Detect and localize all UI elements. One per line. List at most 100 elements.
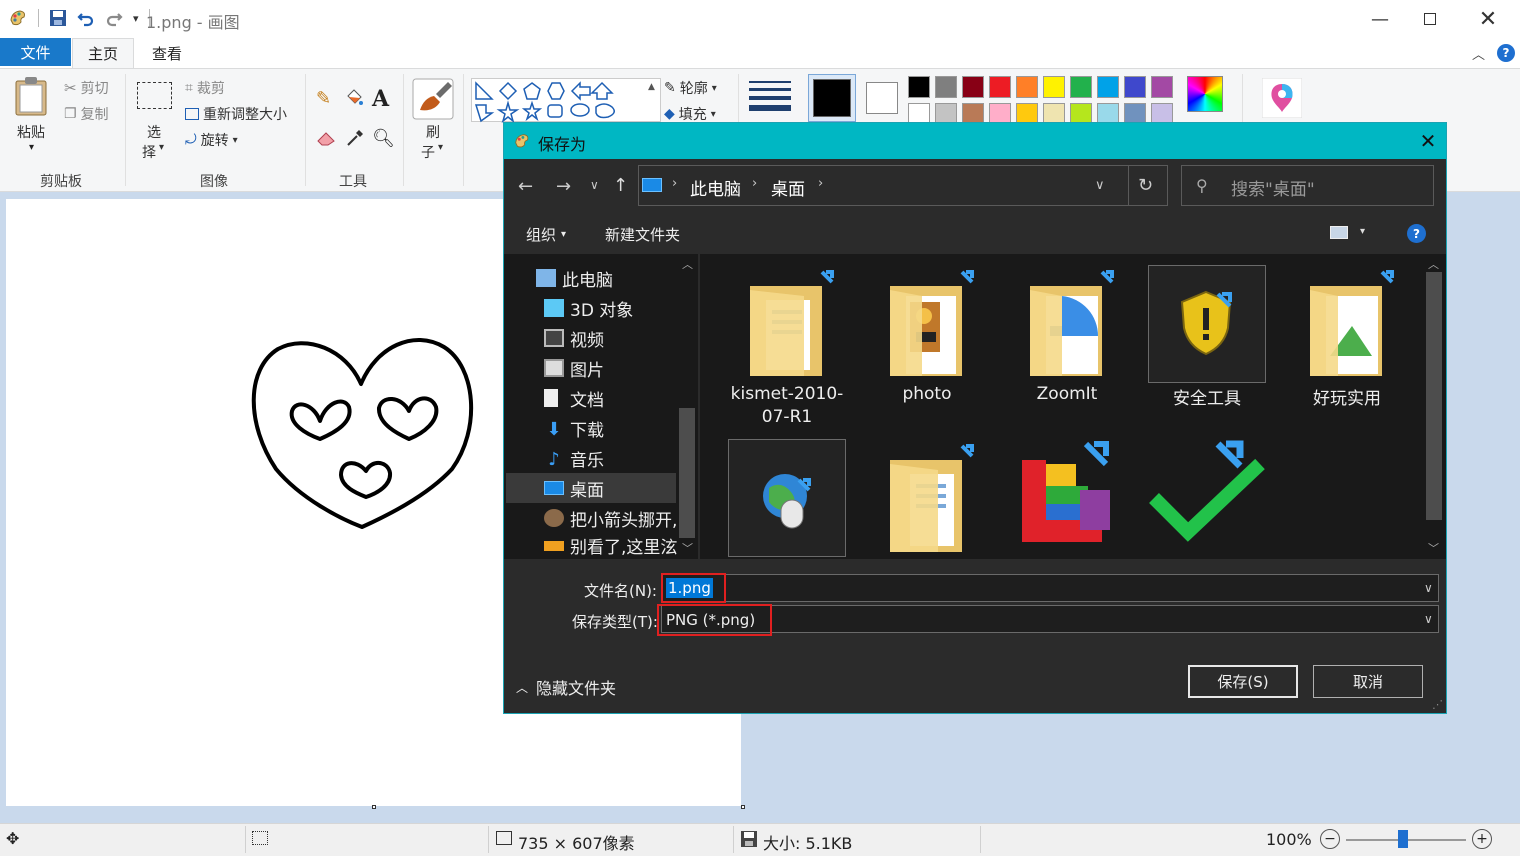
nav-item-downloads[interactable]: ⬇ 下载 (514, 413, 679, 443)
breadcrumb-pc[interactable]: 此电脑 (690, 175, 741, 200)
palette-color-swatch[interactable] (908, 76, 930, 98)
organize-button[interactable]: 组织 ▾ (526, 224, 566, 245)
minimize-button[interactable]: — (1352, 0, 1408, 38)
nav-item-pictures[interactable]: 图片 (514, 353, 679, 383)
rotate-button[interactable]: ⤾ 旋转 ▾ (185, 130, 238, 150)
nav-item-this-pc[interactable]: 此电脑 (514, 263, 679, 293)
zoom-in-icon[interactable]: + (1472, 829, 1492, 849)
nav-scroll-up-icon[interactable]: ︿ (682, 256, 693, 272)
copy-button[interactable]: ❐ 复制 (64, 104, 109, 124)
tab-file[interactable]: 文件 (0, 38, 71, 66)
filename-dropdown-icon[interactable]: ∨ (1424, 581, 1433, 595)
files-scrollbar-thumb[interactable] (1426, 272, 1442, 520)
palette-color-swatch[interactable] (935, 76, 957, 98)
hide-folders-toggle[interactable]: ︿ 隐藏文件夹 (516, 675, 616, 699)
stroke-size-icon[interactable] (749, 78, 791, 112)
file-name[interactable]: kismet-2010- (729, 384, 845, 404)
zoom-out-icon[interactable]: − (1320, 829, 1340, 849)
file-name-line2[interactable]: 07-R1 (729, 407, 845, 427)
palette-color-swatch[interactable] (1124, 76, 1146, 98)
nav-item-videos[interactable]: 视频 (514, 323, 679, 353)
crop-button[interactable]: ⌗ 裁剪 (185, 78, 225, 98)
folder-icon[interactable] (882, 440, 978, 560)
file-name[interactable]: 安全工具 (1149, 384, 1265, 409)
text-tool-icon[interactable]: A (372, 86, 389, 112)
help-icon[interactable]: ? (1497, 44, 1515, 62)
tab-home[interactable]: 主页 (72, 38, 134, 68)
nav-item-3d-objects[interactable]: 3D 对象 (514, 293, 679, 323)
files-scroll-down-icon[interactable]: ﹀ (1428, 540, 1439, 556)
cancel-button[interactable]: 取消 (1313, 665, 1423, 698)
cut-button[interactable]: ✂ 剪切 (64, 78, 109, 98)
nav-item-folder-1[interactable]: 把小箭头挪开, (514, 503, 679, 533)
fill-button[interactable]: ◆ 填充 ▾ (664, 104, 716, 124)
brush-icon[interactable] (412, 78, 454, 124)
folder-icon[interactable] (882, 266, 978, 388)
palette-color-swatch[interactable] (1070, 76, 1092, 98)
resize-grip-icon[interactable]: ⋰ (1432, 698, 1443, 711)
color2-swatch[interactable] (866, 82, 898, 114)
breadcrumb-desktop[interactable]: 桌面 (771, 175, 805, 200)
nav-item-folder-2[interactable]: 别看了,这里泫 (514, 533, 679, 558)
magnifier-icon[interactable]: 🔍︎ (372, 128, 395, 149)
nav-item-desktop[interactable]: 桌面 (514, 473, 679, 503)
blocks-app-icon[interactable] (1016, 440, 1126, 554)
collapse-ribbon-icon[interactable]: ︿ (1472, 44, 1485, 63)
close-window-button[interactable]: ✕ (1460, 0, 1516, 38)
shapes-gallery[interactable] (471, 78, 661, 124)
tab-view[interactable]: 查看 (136, 38, 198, 68)
palette-color-swatch[interactable] (1043, 76, 1065, 98)
palette-color-swatch[interactable] (962, 76, 984, 98)
fill-bucket-icon[interactable] (344, 88, 364, 112)
palette-color-swatch[interactable] (1151, 76, 1173, 98)
undo-icon[interactable] (77, 9, 95, 27)
nav-scrollbar-thumb[interactable] (679, 408, 695, 538)
palette-color-swatch[interactable] (989, 76, 1011, 98)
nav-item-documents[interactable]: 文档 (514, 383, 679, 413)
forward-arrow-icon[interactable]: → (556, 176, 571, 197)
paste-dropdown-icon[interactable]: ▾ (29, 142, 34, 153)
redo-icon[interactable] (105, 9, 123, 27)
recent-locations-icon[interactable]: ∨ (590, 178, 599, 192)
save-button[interactable]: 保存(S) (1188, 665, 1298, 698)
dialog-close-button[interactable]: ✕ (1410, 123, 1446, 159)
edit-colors-icon[interactable] (1187, 76, 1223, 112)
brush-dropdown[interactable]: 子 ▾ (421, 142, 443, 162)
nav-scroll-down-icon[interactable]: ﹀ (682, 540, 693, 556)
paint3d-icon[interactable] (1261, 77, 1303, 122)
filetype-select[interactable] (661, 605, 1439, 633)
resize-button[interactable]: 重新调整大小 (185, 104, 287, 124)
folder-icon[interactable] (1302, 266, 1398, 388)
select-icon[interactable] (137, 82, 172, 109)
up-arrow-icon[interactable]: ↑ (613, 175, 628, 196)
outline-button[interactable]: ✎ 轮廓 ▾ (664, 78, 717, 98)
filename-input[interactable] (661, 574, 1439, 602)
refresh-icon[interactable]: ↻ (1138, 175, 1153, 196)
help-icon[interactable]: ? (1407, 224, 1426, 243)
file-name[interactable]: 好玩实用 (1289, 384, 1405, 409)
zoom-slider-thumb[interactable] (1398, 830, 1408, 848)
maximize-button[interactable] (1402, 0, 1458, 38)
files-scroll-up-icon[interactable]: ︿ (1428, 256, 1439, 272)
pencil-icon[interactable]: ✎ (316, 88, 331, 109)
color-picker-icon[interactable] (345, 128, 365, 152)
resize-handle[interactable] (372, 805, 376, 809)
palette-color-swatch[interactable] (1097, 76, 1119, 98)
resize-handle[interactable] (741, 805, 745, 809)
color1-button[interactable] (808, 74, 856, 122)
checkmark-app-icon[interactable] (1148, 440, 1266, 548)
select-dropdown[interactable]: 择 ▾ (142, 142, 164, 162)
file-name[interactable]: photo (869, 384, 985, 404)
eraser-icon[interactable] (316, 130, 338, 150)
new-folder-button[interactable]: 新建文件夹 (605, 224, 680, 245)
chevron-down-icon[interactable]: ▾ (1360, 226, 1365, 237)
paste-button[interactable] (14, 76, 48, 120)
file-name[interactable]: ZoomIt (1009, 384, 1125, 404)
filetype-dropdown-icon[interactable]: ∨ (1424, 612, 1433, 626)
address-dropdown-icon[interactable]: ∨ (1095, 178, 1105, 193)
nav-item-music[interactable]: ♪ 音乐 (514, 443, 679, 473)
folder-icon[interactable] (742, 266, 838, 388)
back-arrow-icon[interactable]: ← (518, 176, 533, 197)
save-icon[interactable] (49, 9, 67, 27)
palette-color-swatch[interactable] (1016, 76, 1038, 98)
